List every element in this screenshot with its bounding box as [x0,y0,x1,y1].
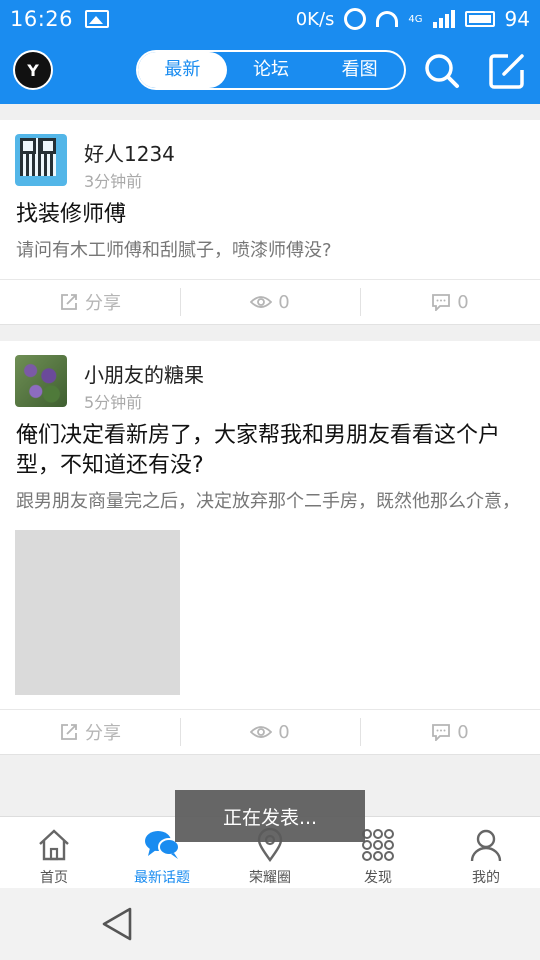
share-button[interactable]: 分享 [0,280,180,324]
network-type: 4G [408,13,423,25]
nav-label: 荣耀圈 [249,870,291,886]
views-counter: 0 [180,710,360,754]
image-notification-icon [85,10,110,28]
views-count: 0 [278,291,290,313]
post-actions: 分享 0 0 [0,709,540,755]
wifi-icon [376,11,399,27]
post-header: 好人1234 3分钟前 [0,120,540,200]
author-name[interactable]: 小朋友的糖果 [84,359,204,388]
feed-tab-switcher: 最新 论坛 看图 [136,50,406,90]
signal-icon [432,10,455,28]
user-icon [470,829,502,862]
comments-count: 0 [457,721,469,743]
post-card[interactable]: 小朋友的糖果 5分钟前 俺们决定看新房了，大家帮我和男朋友看看这个户型，不知道还… [0,341,540,755]
post-header: 小朋友的糖果 5分钟前 [0,341,540,421]
tab-forum[interactable]: 论坛 [227,52,316,88]
status-time: 16:26 [10,7,74,31]
post-feed[interactable]: 好人1234 3分钟前 找装修师傅 请问有木工师傅和刮腻子，喷漆师傅没? 分享 … [0,104,540,816]
app-header: Y 最新 论坛 看图 [0,38,540,104]
home-icon [39,829,69,861]
post-card[interactable]: 好人1234 3分钟前 找装修师傅 请问有木工师傅和刮腻子，喷漆师傅没? 分享 … [0,120,540,325]
share-label: 分享 [85,293,121,314]
author-avatar[interactable] [15,355,67,407]
post-image[interactable] [15,530,180,695]
compose-icon[interactable] [488,52,526,90]
comment-icon [432,724,451,741]
nav-label: 我的 [472,870,500,886]
nav-label: 最新话题 [134,870,190,886]
post-title[interactable]: 俺们决定看新房了，大家帮我和男朋友看看这个户型，不知道还有没? [0,421,540,481]
alarm-icon [344,8,367,30]
share-icon [61,294,77,310]
avatar-glyph: Y [27,60,39,80]
comments-button[interactable]: 0 [360,280,540,324]
search-icon[interactable] [424,53,460,89]
post-excerpt[interactable]: 跟男朋友商量完之后，决定放弃那个二手房，既然他那么介意， [0,481,540,516]
post-time: 5分钟前 [84,393,143,412]
battery-level: 94 [504,7,530,31]
nav-mine[interactable]: 我的 [432,817,540,888]
post-time: 3分钟前 [84,172,143,191]
comments-button[interactable]: 0 [360,710,540,754]
eye-icon [250,726,273,738]
data-speed: 0K/s [295,8,335,30]
post-excerpt[interactable]: 请问有木工师傅和刮腻子，喷漆师傅没? [0,230,540,279]
battery-icon [464,11,495,27]
comment-icon [432,294,451,311]
tab-pictures[interactable]: 看图 [315,52,404,88]
profile-avatar-button[interactable]: Y [13,50,53,90]
grid-dots-icon [362,829,394,861]
posting-toast: 正在发表... [175,790,365,842]
author-avatar[interactable] [15,134,67,186]
system-navigation-bar [0,888,540,960]
status-bar: 16:26 0K/s 4G 94 [0,0,540,38]
post-title[interactable]: 找装修师傅 [0,200,540,230]
nav-label: 首页 [40,870,68,886]
share-icon [61,724,77,740]
views-counter: 0 [180,280,360,324]
back-icon[interactable] [100,906,134,942]
post-actions: 分享 0 0 [0,279,540,325]
author-name[interactable]: 好人1234 [84,138,175,167]
comments-count: 0 [457,291,469,313]
nav-label: 发现 [364,870,392,886]
tab-latest[interactable]: 最新 [138,52,227,88]
share-label: 分享 [85,723,121,744]
share-button[interactable]: 分享 [0,710,180,754]
eye-icon [250,296,273,308]
nav-home[interactable]: 首页 [0,817,108,888]
views-count: 0 [278,721,290,743]
